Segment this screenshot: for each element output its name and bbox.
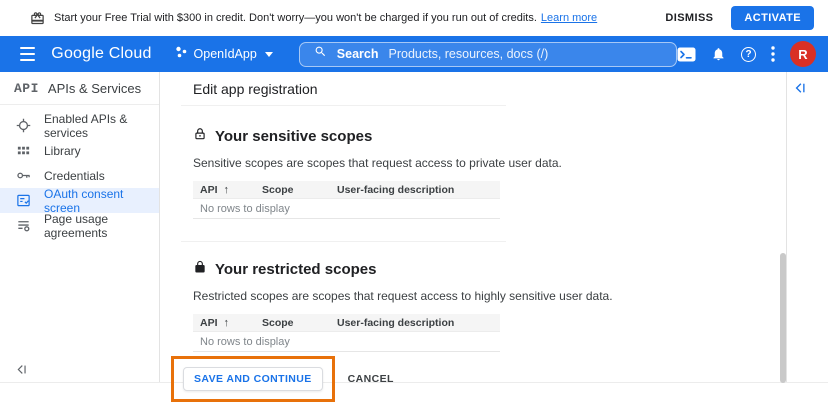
help-icon[interactable]: ? [741,47,756,62]
search-label: Search [337,47,379,61]
agreements-icon [16,218,31,233]
more-vertical-icon[interactable] [771,46,775,62]
sidebar-item-oauth-consent-screen[interactable]: OAuth consent screen [0,188,159,213]
sidebar: API APIs & Services Enabled APIs & servi… [0,72,160,382]
sidebar-item-enabled-apis[interactable]: Enabled APIs & services [0,113,159,138]
sensitive-scopes-section: Your sensitive scopes Sensitive scopes a… [193,126,786,219]
sidebar-item-library[interactable]: Library [0,138,159,163]
lock-icon [193,259,207,280]
lock-open-icon [193,126,207,147]
app-window: Start your Free Trial with $300 in credi… [0,0,828,414]
sidebar-item-label: Credentials [44,169,105,183]
divider [181,241,506,242]
sidebar-item-label: OAuth consent screen [44,187,159,215]
sidebar-item-page-usage-agreements[interactable]: Page usage agreements [0,213,159,238]
search-placeholder: Products, resources, docs (/) [389,47,549,61]
main-content: Edit app registration Your sensitive sco… [160,72,787,382]
scrollbar-thumb[interactable] [780,253,786,383]
sidebar-item-label: Page usage agreements [44,212,159,240]
sidebar-title: APIs & Services [48,81,141,96]
divider [181,105,506,106]
project-selector[interactable]: OpenIdApp [174,45,273,64]
action-buttons-row: SAVE AND CONTINUE CANCEL [193,356,786,402]
sort-ascending-icon: ↑ [224,317,230,329]
sidebar-item-credentials[interactable]: Credentials [0,163,159,188]
google-cloud-logo[interactable]: Google Cloud [51,45,151,63]
right-panel-gutter [787,72,828,382]
column-header-scope[interactable]: Scope [255,184,330,196]
column-header-description[interactable]: User-facing description [330,317,500,329]
dashboard-icon [16,118,31,133]
key-icon [16,168,31,183]
trial-banner: Start your Free Trial with $300 in credi… [0,0,828,36]
cloud-shell-icon[interactable] [677,47,696,62]
section-heading: Your restricted scopes [215,261,376,278]
sidebar-item-label: Library [44,144,81,158]
search-input[interactable]: Search Products, resources, docs (/) [299,42,677,67]
empty-table-message: No rows to display [193,199,500,219]
sensitive-scopes-table: API ↑ Scope User-facing description No r… [193,181,500,219]
app-body: API APIs & Services Enabled APIs & servi… [0,72,828,383]
section-description: Restricted scopes are scopes that reques… [193,289,786,303]
column-header-description[interactable]: User-facing description [330,184,500,196]
sidebar-item-label: Enabled APIs & services [44,112,159,140]
column-header-scope[interactable]: Scope [255,317,330,329]
avatar[interactable]: R [790,41,816,67]
project-icon [174,45,188,64]
sidebar-header: API APIs & Services [0,72,159,105]
section-heading: Your sensitive scopes [215,128,372,145]
trial-banner-text: Start your Free Trial with $300 in credi… [54,12,537,24]
collapse-sidebar-icon[interactable] [16,364,27,375]
search-icon [314,45,327,63]
restricted-scopes-table: API ↑ Scope User-facing description No r… [193,314,500,352]
activate-button[interactable]: ACTIVATE [731,6,814,30]
api-logo: API [14,81,39,96]
library-icon [16,143,31,158]
highlight-annotation: SAVE AND CONTINUE [171,356,335,402]
gift-icon [30,11,45,26]
restricted-scopes-section: Your restricted scopes Restricted scopes… [193,259,786,352]
column-header-api[interactable]: API ↑ [193,317,255,329]
sidebar-nav: Enabled APIs & services Library Credenti… [0,113,159,238]
sort-ascending-icon: ↑ [224,184,230,196]
chevron-down-icon [265,52,273,57]
menu-icon[interactable] [20,47,35,61]
empty-table-message: No rows to display [193,332,500,352]
column-header-api[interactable]: API ↑ [193,184,255,196]
cancel-button[interactable]: CANCEL [348,373,394,385]
save-and-continue-button[interactable]: SAVE AND CONTINUE [183,367,323,391]
dismiss-button[interactable]: DISMISS [665,12,713,24]
learn-more-link[interactable]: Learn more [541,12,597,24]
project-name: OpenIdApp [194,47,257,61]
notifications-bell-icon[interactable] [711,46,726,62]
section-description: Sensitive scopes are scopes that request… [193,156,786,170]
consent-icon [16,193,31,208]
page-title: Edit app registration [193,72,786,105]
collapse-panel-icon[interactable] [794,82,828,94]
app-bar: Google Cloud OpenIdApp Search Products, … [0,36,828,72]
